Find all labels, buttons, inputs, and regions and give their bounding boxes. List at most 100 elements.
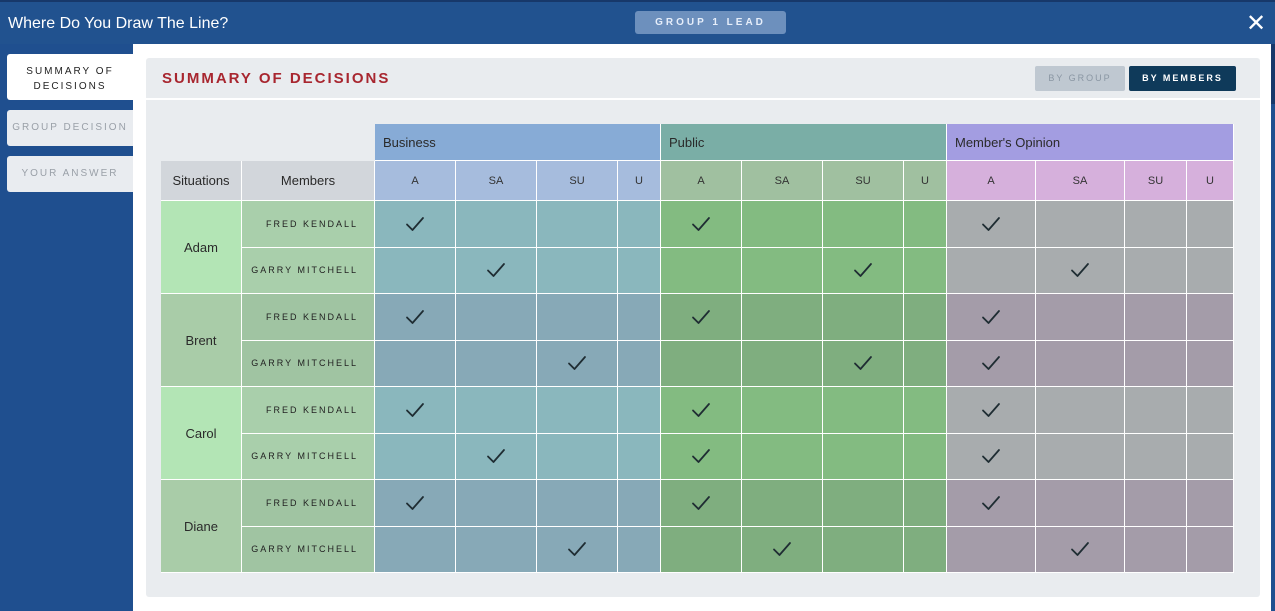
option-header-sa: SA [456,161,537,201]
decision-cell [456,294,537,341]
decision-cell [1036,340,1125,387]
check-icon [404,492,426,514]
decision-cell [1187,433,1234,480]
decision-cell [947,480,1036,527]
option-header-su: SU [1125,161,1187,201]
summary-card: SUMMARY OF DECISIONS BY GROUP BY MEMBERS… [146,58,1260,597]
decision-cell [1125,433,1187,480]
check-icon [852,352,874,374]
decision-cell [537,526,618,573]
decision-cell [618,480,661,527]
decision-cell [375,480,456,527]
decision-cell [823,526,904,573]
decision-cell [618,247,661,294]
decision-cell [375,433,456,480]
sidebar-item-summary-of-decisions[interactable]: SUMMARY OF DECISIONS [7,54,133,100]
decision-cell [1036,387,1125,434]
decision-cell [537,247,618,294]
decision-cell [742,247,823,294]
decision-cell [1125,247,1187,294]
decision-cell [456,201,537,248]
group-header-member-s-opinion: Member's Opinion [947,124,1234,161]
decision-cell [537,340,618,387]
member-name: GARRY MITCHELL [242,526,375,573]
decision-cell [456,340,537,387]
decision-cell [947,387,1036,434]
decision-cell [1125,526,1187,573]
member-name: FRED KENDALL [242,480,375,527]
check-icon [690,492,712,514]
decision-cell [661,480,742,527]
app-title: Where Do You Draw The Line? [8,15,229,32]
decision-cell [742,294,823,341]
check-icon [404,306,426,328]
decision-cell [456,526,537,573]
decision-cell [375,340,456,387]
situation-diane: Diane [161,480,242,573]
decision-cell [904,201,947,248]
check-icon [485,445,507,467]
decision-cell [1036,526,1125,573]
decision-cell [537,387,618,434]
member-name: FRED KENDALL [242,201,375,248]
decision-cell [456,480,537,527]
close-icon[interactable]: ✕ [1244,11,1268,37]
check-icon [690,445,712,467]
decision-cell [823,294,904,341]
decision-cell [947,201,1036,248]
role-badge[interactable]: GROUP 1 LEAD [635,11,786,34]
decision-cell [947,526,1036,573]
option-header-u: U [618,161,661,201]
decision-cell [456,247,537,294]
decision-cell [1125,480,1187,527]
decision-cell [618,387,661,434]
decision-cell [947,340,1036,387]
decision-cell [1036,247,1125,294]
summary-header: SUMMARY OF DECISIONS BY GROUP BY MEMBERS [146,58,1260,100]
decision-cell [904,480,947,527]
situation-adam: Adam [161,201,242,294]
decision-cell [742,340,823,387]
check-icon [980,399,1002,421]
decision-cell [618,294,661,341]
decision-cell [904,294,947,341]
check-icon [404,399,426,421]
check-icon [485,259,507,281]
decision-cell [947,247,1036,294]
decision-cell [1187,201,1234,248]
option-header-sa: SA [742,161,823,201]
decision-cell [1187,340,1234,387]
check-icon [690,306,712,328]
decision-cell [456,433,537,480]
check-icon [980,492,1002,514]
group-header-public: Public [661,124,947,161]
sidebar-item-group-decision[interactable]: GROUP DECISION [7,110,133,146]
decision-cell [904,340,947,387]
check-icon [980,445,1002,467]
check-icon [980,213,1002,235]
check-icon [852,259,874,281]
check-icon [690,213,712,235]
decision-cell [375,247,456,294]
sidebar-item-your-answer[interactable]: YOUR ANSWER [7,156,133,192]
by-group-toggle[interactable]: BY GROUP [1035,66,1125,91]
member-name: GARRY MITCHELL [242,247,375,294]
option-header-a: A [661,161,742,201]
decision-cell [661,294,742,341]
decision-cell [1187,294,1234,341]
decision-cell [904,247,947,294]
decision-cell [661,247,742,294]
column-header-members: Members [242,161,375,201]
option-header-u: U [1187,161,1234,201]
main-panel: SUMMARY OF DECISIONS BY GROUP BY MEMBERS… [133,44,1271,611]
decision-cell [1125,340,1187,387]
situation-brent: Brent [161,294,242,387]
decision-cell [823,387,904,434]
decision-cell [823,480,904,527]
check-icon [771,538,793,560]
option-header-a: A [375,161,456,201]
decision-cell [1125,201,1187,248]
by-members-toggle[interactable]: BY MEMBERS [1129,66,1236,91]
decision-cell [1036,480,1125,527]
decision-cell [537,201,618,248]
